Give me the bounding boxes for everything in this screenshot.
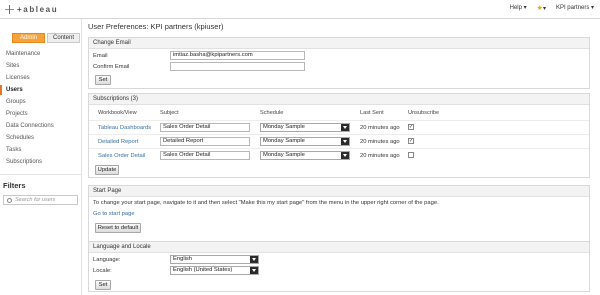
col-schedule: Schedule [260, 110, 284, 116]
language-select[interactable]: English [170, 255, 259, 264]
subject-field[interactable]: Sales Order Detail [160, 123, 250, 132]
logo-text: +ableau [17, 5, 59, 14]
start-page-description: To change your start page, navigate to i… [93, 200, 439, 206]
schedule-select[interactable]: Monday Sample [260, 123, 350, 132]
chevron-down-icon [341, 152, 349, 159]
language-label: Language: [93, 257, 121, 263]
top-bar: +ableau Help ▾ ★▾ KPI partners ▾ [0, 0, 600, 19]
top-menu: Help ▾ ★▾ KPI partners ▾ [510, 4, 594, 12]
user-menu[interactable]: KPI partners ▾ [556, 4, 594, 12]
schedule-value: Monday Sample [263, 152, 305, 158]
sidebar: Admin Content Maintenance Sites Licenses… [0, 19, 82, 295]
locale-label: Locale: [93, 268, 112, 274]
tab-content[interactable]: Content [47, 33, 80, 43]
schedule-select[interactable]: Monday Sample [260, 151, 350, 160]
table-row: Detailed Report Detailed Report Monday S… [89, 134, 589, 148]
chevron-down-icon [341, 138, 349, 145]
user-search-input[interactable]: Search for users [3, 195, 78, 205]
chevron-down-icon [341, 124, 349, 131]
language-locale-heading: Language and Locale [89, 242, 589, 253]
workbook-view-link[interactable]: Sales Order Detail [98, 153, 145, 159]
search-icon [7, 197, 12, 203]
tableau-logo[interactable]: +ableau [5, 5, 58, 14]
email-label: Email [93, 53, 108, 59]
confirm-email-label: Confirm Email [93, 64, 130, 70]
start-page-heading: Start Page [89, 186, 589, 197]
sidebar-item-data-connections[interactable]: Data Connections [0, 120, 81, 132]
last-sent: 20 minutes ago [360, 153, 400, 159]
main-content: User Preferences: KPI partners (kpiuser)… [86, 19, 596, 292]
set-email-button[interactable]: Set [95, 75, 111, 85]
table-row: Sales Order Detail Sales Order Detail Mo… [89, 148, 589, 162]
unsubscribe-checkbox[interactable] [408, 152, 414, 158]
subscriptions-heading: Subscriptions (3) [89, 94, 589, 105]
subscriptions-panel: Subscriptions (3) Workbook/View Subject … [88, 93, 590, 178]
sidebar-tabs: Admin Content [0, 19, 81, 43]
locale-select[interactable]: English (United States) [170, 266, 259, 275]
table-row: Tableau Dashboards Sales Order Detail Mo… [89, 120, 589, 134]
sidebar-item-schedules[interactable]: Schedules [0, 132, 81, 144]
schedule-value: Monday Sample [263, 124, 305, 130]
language-locale-panel: Language and Locale Language: English Lo… [88, 241, 590, 292]
sidebar-item-maintenance[interactable]: Maintenance [0, 48, 81, 60]
page-title: User Preferences: KPI partners (kpiuser) [88, 22, 224, 31]
col-last-sent: Last Sent [360, 110, 384, 116]
schedule-value: Monday Sample [263, 138, 305, 144]
help-menu[interactable]: Help ▾ [510, 4, 527, 12]
sidebar-item-licenses[interactable]: Licenses [0, 72, 81, 84]
col-subject: Subject [160, 110, 179, 116]
tab-admin[interactable]: Admin [12, 33, 45, 43]
sidebar-item-groups[interactable]: Groups [0, 96, 81, 108]
update-button[interactable]: Update [95, 165, 119, 175]
chevron-down-icon [250, 256, 258, 263]
subject-field[interactable]: Sales Order Detail [160, 151, 250, 160]
search-placeholder: Search for users [15, 197, 56, 203]
set-language-button[interactable]: Set [95, 280, 111, 290]
change-email-heading: Change Email [89, 38, 589, 49]
sidebar-item-sites[interactable]: Sites [0, 60, 81, 72]
workbook-view-link[interactable]: Detailed Report [98, 139, 138, 145]
admin-nav: Maintenance Sites Licenses Users Groups … [0, 48, 81, 168]
unsubscribe-checkbox[interactable] [408, 124, 414, 130]
reset-to-default-button[interactable]: Reset to default [95, 223, 141, 233]
last-sent: 20 minutes ago [360, 139, 400, 145]
col-workbook-view: Workbook/View [98, 110, 137, 116]
language-value: English [173, 256, 193, 262]
col-unsubscribe: Unsubscribe [408, 110, 440, 116]
sidebar-item-tasks[interactable]: Tasks [0, 144, 81, 156]
subject-field[interactable]: Detailed Report [160, 137, 250, 146]
email-field[interactable]: imtiaz.basha@kpipartners.com [170, 51, 305, 60]
subscriptions-table-header: Workbook/View Subject Schedule Last Sent… [89, 107, 589, 118]
filters-heading: Filters [0, 174, 81, 190]
locale-value: English (United States) [173, 267, 233, 273]
change-email-panel: Change Email Email imtiaz.basha@kpipartn… [88, 37, 590, 89]
last-sent: 20 minutes ago [360, 125, 400, 131]
tableau-logo-icon [5, 5, 14, 14]
workbook-view-link[interactable]: Tableau Dashboards [98, 125, 151, 131]
sidebar-item-projects[interactable]: Projects [0, 108, 81, 120]
confirm-email-field[interactable] [170, 62, 305, 71]
chevron-down-icon [250, 267, 258, 274]
unsubscribe-checkbox[interactable] [408, 138, 414, 144]
favorites-menu[interactable]: ★▾ [537, 4, 546, 12]
schedule-select[interactable]: Monday Sample [260, 137, 350, 146]
sidebar-item-subscriptions[interactable]: Subscriptions [0, 156, 81, 168]
sidebar-item-users[interactable]: Users [0, 84, 81, 96]
go-to-start-page-link[interactable]: Go to start page [93, 211, 135, 217]
